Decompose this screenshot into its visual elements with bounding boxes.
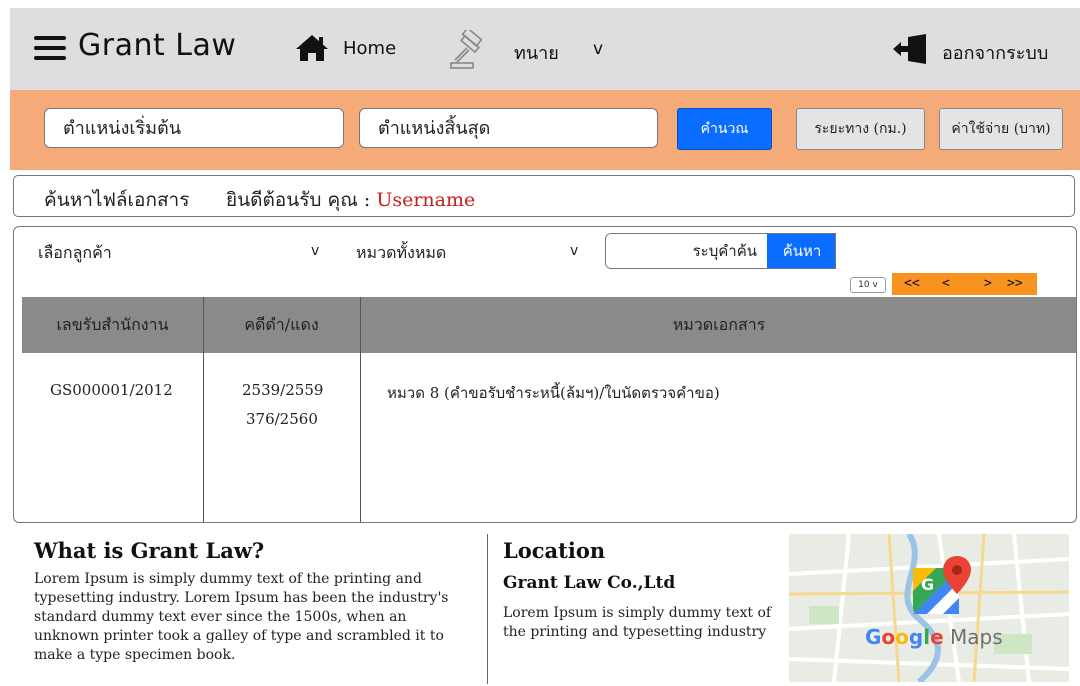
map-thumbnail: G Google Maps [789,534,1069,682]
red-case-cell: 376/2560 [246,410,318,428]
username-label: Username [376,189,476,211]
category-select[interactable]: หมวดทั้งหมด [356,241,446,266]
calculate-button[interactable]: คำนวณ [677,108,772,150]
page-title: ค้นหาไฟล์เอกสาร [44,189,190,211]
chevron-down-icon[interactable]: v [570,243,578,259]
first-page-button[interactable]: << [904,276,920,291]
start-location-input[interactable] [44,108,344,148]
greeting-text: ยินดีต้อนรับ คุณ : [226,189,377,211]
about-text: Lorem Ipsum is simply dummy text of the … [34,571,449,663]
page-size-select[interactable]: 10 v [850,277,886,293]
column-divider [360,297,361,522]
google-maps-widget[interactable]: G Google Maps [789,534,1069,682]
brand-logo[interactable]: Grant Law [78,28,236,63]
column-header[interactable]: เลขรับสำนักงาน [22,297,203,353]
distance-button[interactable]: ระยะทาง (กม.) [796,108,925,150]
nav-home-link[interactable]: Home [343,38,396,59]
client-select[interactable]: เลือกลูกค้า [38,241,112,266]
search-button[interactable]: ค้นหา [767,234,835,268]
location-title: Location [503,538,606,563]
footer-divider [487,534,488,684]
next-page-button[interactable]: > [984,276,992,291]
prev-page-button[interactable]: < [942,276,950,291]
chevron-down-icon[interactable]: v [311,243,319,259]
company-name: Grant Law Co.,Ltd [503,573,676,593]
location-text: Lorem Ipsum is simply dummy text of the … [503,605,772,640]
cost-button[interactable]: ค่าใช้จ่าย (บาท) [939,108,1063,150]
column-header[interactable]: หมวดเอกสาร [360,297,1076,353]
map-label: Google Maps [865,625,1003,649]
svg-text:G: G [921,575,934,594]
welcome-strip: ค้นหาไฟล์เอกสาร ยินดีต้อนรับ คุณ : Usern… [13,175,1075,217]
keyword-search: ค้นหา [605,233,836,269]
logout-icon[interactable] [892,34,928,64]
column-header[interactable]: คดีดำ/แดง [203,297,360,353]
black-case-cell: 2539/2559 [242,381,324,399]
top-navbar: Grant Law Home ทนาย v ออกจากระบบ [10,8,1080,90]
end-location-input[interactable] [359,108,658,148]
column-divider [203,297,204,522]
menu-icon[interactable] [34,36,66,60]
last-page-button[interactable]: >> [1007,276,1023,291]
about-title: What is Grant Law? [34,538,265,563]
keyword-input[interactable] [606,234,767,268]
chevron-down-icon[interactable]: v [593,39,603,59]
nav-lawyer-menu[interactable]: ทนาย [514,38,559,67]
logout-link[interactable]: ออกจากระบบ [942,38,1048,67]
table-header: เลขรับสำนักงาน คดีดำ/แดง หมวดเอกสาร [22,297,1076,353]
document-search-panel: เลือกลูกค้า v หมวดทั้งหมด v ค้นหา 10 v <… [13,226,1077,523]
office-number-cell: GS000001/2012 [50,381,173,399]
gavel-icon[interactable] [447,30,491,70]
pagination: << < > >> [892,273,1037,295]
document-category-cell[interactable]: หมวด 8 (คำขอรับชำระหนี้(ล้มฯ)/ใบนัดตรวจค… [387,381,720,405]
welcome-message: ยินดีต้อนรับ คุณ : Username [226,185,475,215]
home-icon[interactable] [295,34,329,62]
route-calculator-bar: คำนวณ ระยะทาง (กม.) ค่าใช้จ่าย (บาท) [10,90,1080,170]
